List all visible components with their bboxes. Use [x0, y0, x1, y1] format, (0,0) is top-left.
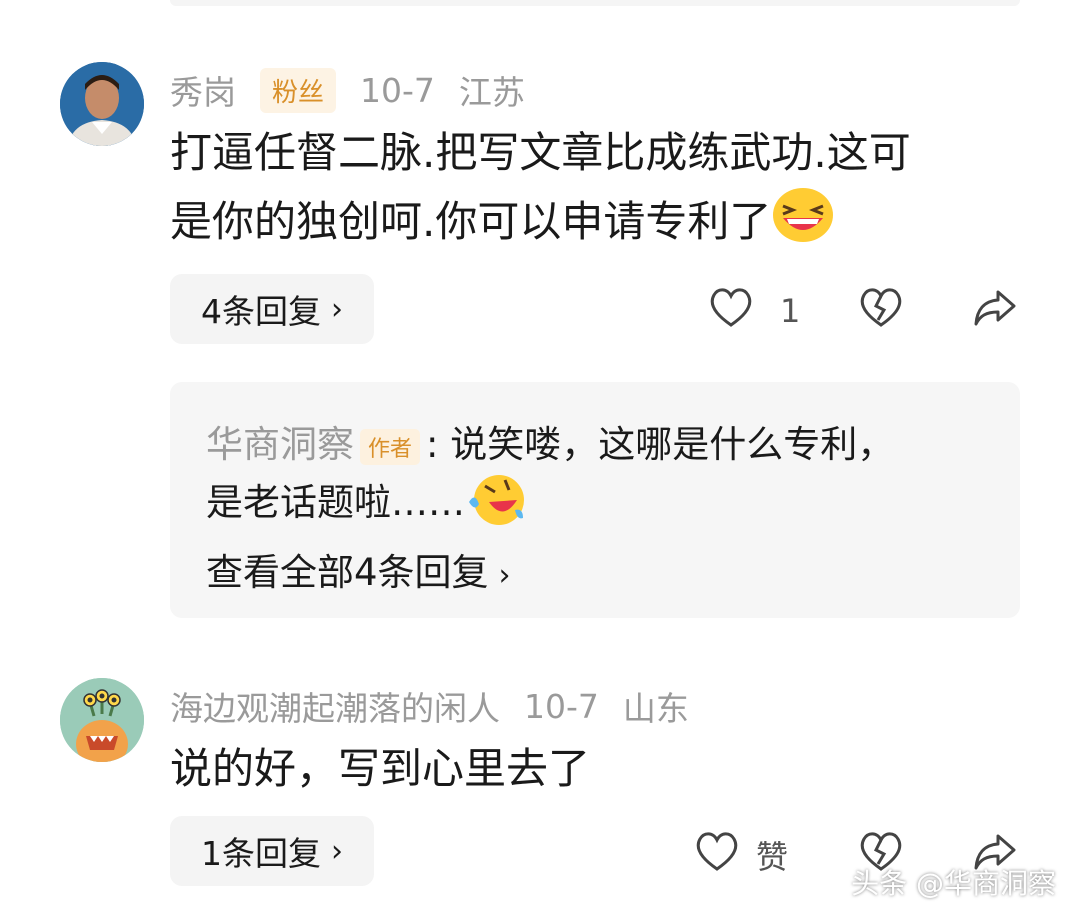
rolling-on-floor-laughing-icon [465, 472, 527, 537]
chevron-right-icon: › [331, 833, 343, 869]
dislike-button[interactable] [858, 286, 904, 336]
comment-meta: 海边观潮起潮落的闲人 10-7 山东 [170, 682, 713, 730]
view-replies-button[interactable]: 1条回复 › [170, 816, 374, 886]
comment-date: 10-7 [524, 686, 599, 726]
view-replies-label: 4条回复 [201, 292, 321, 331]
comment-text-segment: 是你的独创呵.你可以申请专利了 [170, 197, 772, 246]
comment-meta: 秀岗 粉丝 10-7 江苏 [170, 66, 549, 114]
chevron-right-icon: › [498, 558, 511, 593]
previous-comment-panel-edge [170, 0, 1020, 6]
username[interactable]: 海边观潮起潮落的闲人 [170, 682, 500, 730]
author-reply-text: 是老话题啦…… [206, 481, 465, 524]
like-button[interactable]: 赞 [694, 830, 788, 880]
author-reply-line: 是老话题啦…… [206, 472, 527, 537]
comment-text: 说的好，写到心里去了 [170, 736, 1030, 802]
comment-date: 10-7 [360, 70, 435, 110]
author-reply-text: : 说笑喽，这哪是什么专利， [426, 423, 895, 466]
comment-text: 打逼任督二脉.把写文章比成练武功.这可 是你的独创呵.你可以申请专利了 [170, 120, 1030, 263]
fan-badge: 粉丝 [260, 67, 337, 113]
share-arrow-icon [972, 286, 1018, 336]
avatar[interactable] [60, 62, 144, 146]
watermark: 头条 @华商洞察 [851, 867, 1056, 900]
comment-text-line: 是你的独创呵.你可以申请专利了 [170, 186, 1030, 263]
author-name[interactable]: 华商洞察 [206, 423, 354, 466]
broken-heart-icon [858, 286, 904, 336]
comment-text-line: 说的好，写到心里去了 [170, 744, 591, 793]
comment-location: 山东 [622, 689, 689, 728]
view-all-replies-label: 查看全部4条回复 [206, 551, 489, 594]
view-replies-button[interactable]: 4条回复 › [170, 274, 374, 344]
like-count: 1 [780, 292, 801, 330]
chevron-right-icon: › [331, 291, 343, 327]
heart-icon [708, 286, 754, 336]
avatar[interactable] [60, 678, 144, 762]
author-reply-panel[interactable]: 华商洞察 作者: 说笑喽，这哪是什么专利， 是老话题啦…… 查看全部4条回复 › [170, 382, 1020, 618]
like-label: 赞 [756, 838, 789, 876]
comment-text-line: 打逼任督二脉.把写文章比成练武功.这可 [170, 128, 911, 177]
comment-location: 江苏 [458, 73, 525, 112]
grinning-squinting-face-icon [771, 186, 835, 263]
heart-icon [694, 830, 740, 880]
like-button[interactable]: 1 [708, 286, 800, 336]
share-button[interactable] [972, 286, 1018, 336]
view-all-replies-link[interactable]: 查看全部4条回复 › [206, 542, 511, 596]
username[interactable]: 秀岗 [170, 66, 236, 114]
author-badge: 作者 [360, 428, 421, 465]
author-reply-line: 华商洞察 作者: 说笑喽，这哪是什么专利， [206, 414, 894, 468]
view-replies-label: 1条回复 [201, 834, 321, 873]
